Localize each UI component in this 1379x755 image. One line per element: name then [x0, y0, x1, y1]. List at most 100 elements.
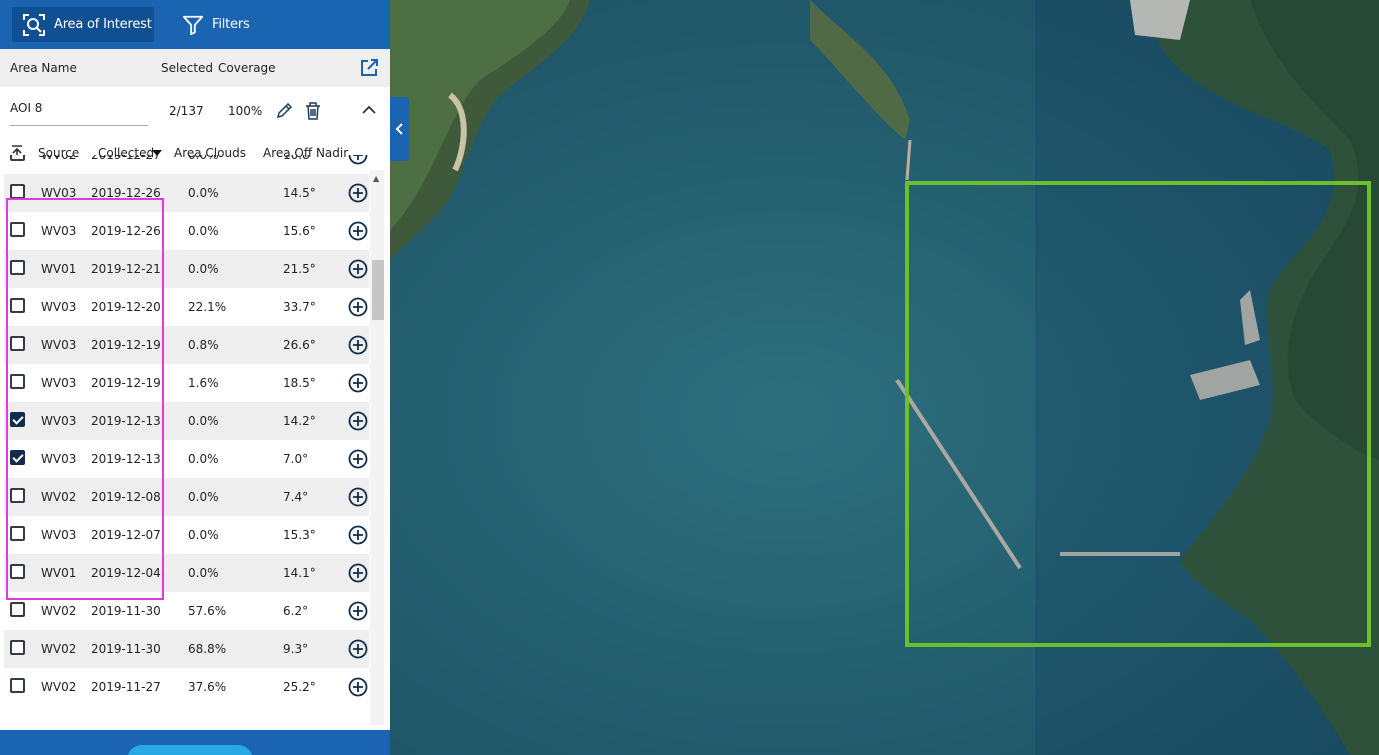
results-list: WV02 2019-12-27 0.0% 10.8° WV03 2019-12-26 0.0…	[0, 155, 370, 725]
panel-tabs: Area of Interest Filters	[0, 0, 390, 49]
row-checkbox[interactable]	[10, 184, 25, 199]
row-clouds: 0.0%	[188, 414, 219, 428]
scroll-up-arrow[interactable]: ▲	[373, 174, 379, 183]
row-source: WV03	[41, 414, 77, 428]
add-icon[interactable]	[348, 259, 368, 279]
row-source: WV02	[41, 604, 77, 618]
add-icon[interactable]	[348, 335, 368, 355]
row-checkbox[interactable]	[10, 564, 25, 579]
row-checkbox[interactable]	[10, 412, 25, 427]
row-collected-date: 2019-11-30	[91, 604, 161, 618]
export-icon[interactable]	[360, 59, 378, 77]
row-checkbox[interactable]	[10, 260, 25, 275]
table-row[interactable]: WV03 2019-12-20 22.1% 33.7°	[4, 288, 369, 326]
tab-area-of-interest[interactable]: Area of Interest	[12, 7, 154, 42]
row-checkbox[interactable]	[10, 374, 25, 389]
row-clouds: 0.0%	[188, 528, 219, 542]
row-checkbox[interactable]	[10, 602, 25, 617]
row-collected-date: 2019-12-08	[91, 490, 161, 504]
row-clouds: 0.0%	[188, 566, 219, 580]
scrollbar[interactable]	[370, 170, 384, 725]
row-off-nadir: 14.5°	[283, 186, 316, 200]
chevron-left-icon	[395, 123, 403, 135]
row-collected-date: 2019-12-19	[91, 338, 161, 352]
table-row[interactable]: WV01 2019-12-21 0.0% 21.5°	[4, 250, 369, 288]
table-row[interactable]: WV03 2019-12-26 0.0% 14.5°	[4, 174, 369, 212]
pencil-icon[interactable]	[275, 102, 293, 120]
tab-filters-label: Filters	[212, 17, 250, 32]
row-off-nadir: 14.2°	[283, 414, 316, 428]
add-icon[interactable]	[348, 373, 368, 393]
table-row[interactable]: WV03 2019-12-26 0.0% 15.6°	[4, 212, 369, 250]
row-checkbox[interactable]	[10, 298, 25, 313]
row-clouds: 37.6%	[188, 680, 227, 694]
add-icon[interactable]	[348, 563, 368, 583]
row-off-nadir: 15.3°	[283, 528, 316, 542]
table-row[interactable]: WV03 2019-12-13 0.0% 14.2°	[4, 402, 369, 440]
row-source: WV03	[41, 452, 77, 466]
footer-action-button[interactable]	[127, 745, 253, 755]
add-icon[interactable]	[348, 221, 368, 241]
table-row[interactable]: WV03 2019-12-19 0.8% 26.6°	[4, 326, 369, 364]
row-off-nadir: 14.1°	[283, 566, 316, 580]
add-icon[interactable]	[348, 487, 368, 507]
row-off-nadir: 7.4°	[283, 490, 309, 504]
results-panel: Area of Interest Filters Area Name Selec…	[0, 0, 390, 755]
row-source: WV03	[41, 338, 77, 352]
add-icon[interactable]	[348, 449, 368, 469]
row-off-nadir: 21.5°	[283, 262, 316, 276]
table-row[interactable]: WV02 2019-12-27 0.0% 10.8°	[4, 155, 369, 174]
row-checkbox[interactable]	[10, 450, 25, 465]
table-row[interactable]: WV03 2019-12-07 0.0% 15.3°	[4, 516, 369, 554]
row-collected-date: 2019-12-20	[91, 300, 161, 314]
row-off-nadir: 6.2°	[283, 604, 309, 618]
add-icon[interactable]	[348, 297, 368, 317]
row-checkbox[interactable]	[10, 222, 25, 237]
chevron-up-icon[interactable]	[362, 105, 376, 115]
row-checkbox[interactable]	[10, 640, 25, 655]
table-row[interactable]: WV02 2019-12-08 0.0% 7.4°	[4, 478, 369, 516]
table-row[interactable]: WV03 2019-12-13 0.0% 7.0°	[4, 440, 369, 478]
table-row[interactable]: WV02 2019-11-27 37.6% 25.2°	[4, 668, 369, 706]
row-off-nadir: 9.3°	[283, 642, 309, 656]
add-icon[interactable]	[348, 639, 368, 659]
trash-icon[interactable]	[304, 101, 322, 121]
table-row[interactable]: WV03 2019-12-19 1.6% 18.5°	[4, 364, 369, 402]
row-checkbox[interactable]	[10, 526, 25, 541]
map-view[interactable]	[390, 0, 1379, 755]
row-off-nadir: 7.0°	[283, 452, 309, 466]
row-clouds: 0.0%	[188, 155, 219, 162]
add-icon[interactable]	[348, 183, 368, 203]
row-source: WV02	[41, 490, 77, 504]
table-row[interactable]: WV02 2019-11-30 57.6% 6.2°	[4, 592, 369, 630]
add-icon[interactable]	[348, 601, 368, 621]
row-clouds: 0.0%	[188, 452, 219, 466]
filter-icon	[182, 15, 204, 35]
row-source: WV02	[41, 642, 77, 656]
collapse-panel-button[interactable]	[390, 97, 409, 161]
row-off-nadir: 33.7°	[283, 300, 316, 314]
aoi-name-field[interactable]: AOI 8	[10, 101, 148, 126]
aoi-row[interactable]: AOI 8 2/137 100%	[0, 87, 390, 135]
table-row[interactable]: WV01 2019-12-04 0.0% 14.1°	[4, 554, 369, 592]
row-collected-date: 2019-12-27	[91, 155, 161, 162]
add-icon[interactable]	[348, 525, 368, 545]
row-checkbox[interactable]	[10, 488, 25, 503]
add-icon[interactable]	[348, 411, 368, 431]
add-icon[interactable]	[348, 155, 368, 165]
aoi-coverage: 100%	[228, 104, 263, 118]
row-checkbox[interactable]	[10, 678, 25, 693]
scrollbar-thumb[interactable]	[372, 260, 384, 320]
row-off-nadir: 10.8°	[283, 155, 316, 162]
tab-filters[interactable]: Filters	[172, 7, 282, 42]
tab-area-of-interest-label: Area of Interest	[54, 17, 152, 32]
selected-header: Selected	[161, 61, 214, 75]
table-row[interactable]: WV02 2019-11-30 68.8% 9.3°	[4, 630, 369, 668]
add-icon[interactable]	[348, 677, 368, 697]
row-clouds: 68.8%	[188, 642, 227, 656]
aoi-outline[interactable]	[905, 181, 1371, 647]
row-checkbox[interactable]	[10, 155, 25, 161]
row-collected-date: 2019-12-21	[91, 262, 161, 276]
row-source: WV02	[41, 155, 77, 162]
row-checkbox[interactable]	[10, 336, 25, 351]
